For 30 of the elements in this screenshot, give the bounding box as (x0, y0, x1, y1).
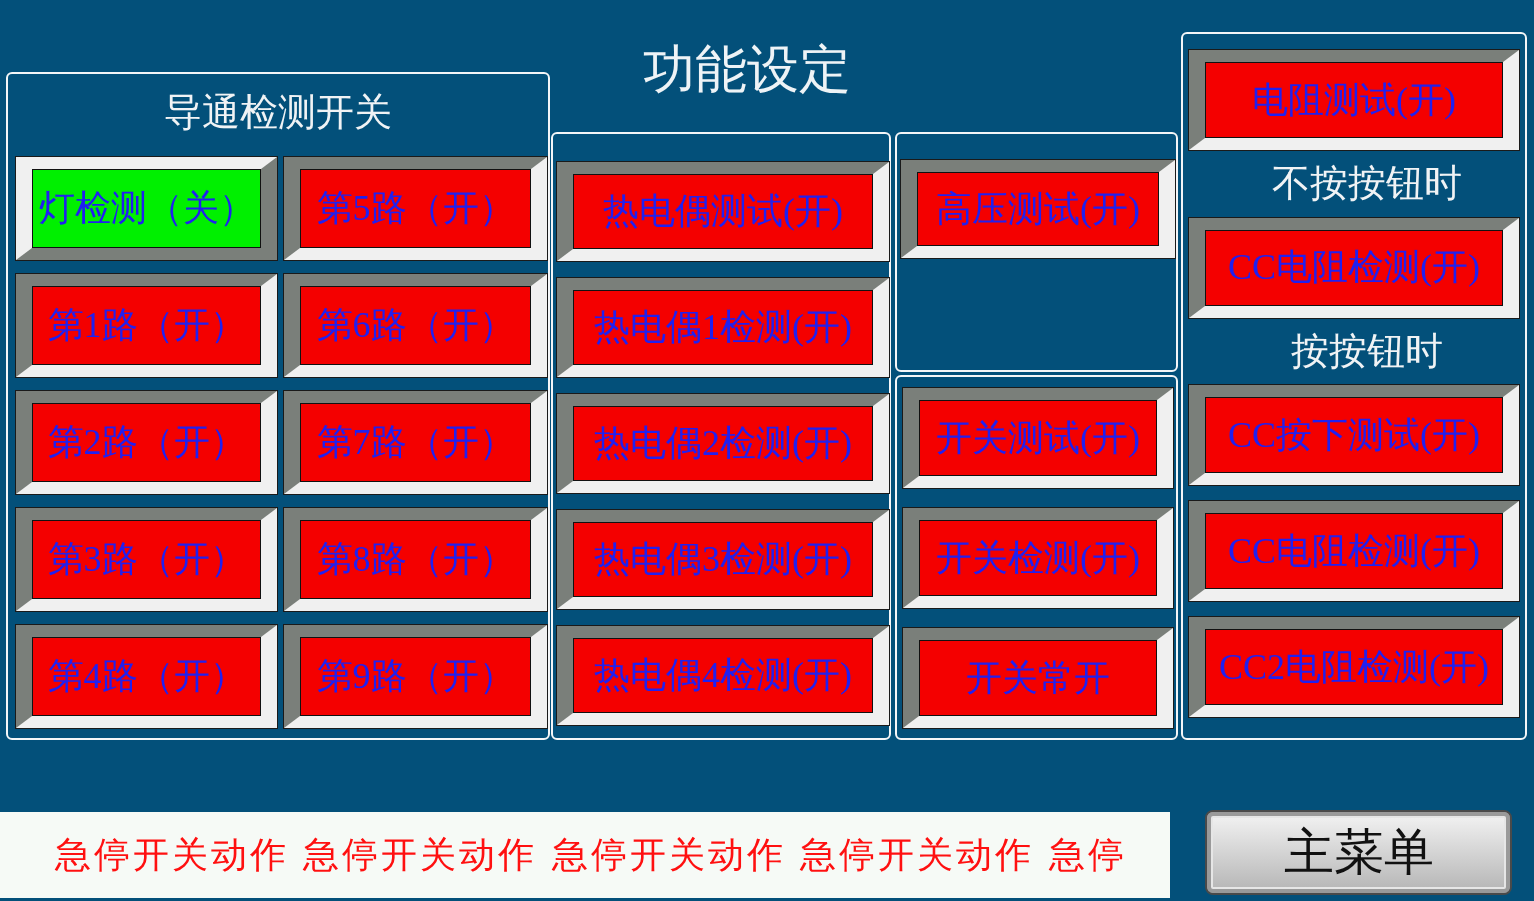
toggle-button[interactable]: CC电阻检测(开) (1189, 217, 1519, 318)
toggle-button[interactable]: 第9路（开） (284, 624, 547, 728)
toggle-button[interactable]: 第3路（开） (16, 507, 277, 611)
toggle-button[interactable]: CC电阻检测(开) (1189, 501, 1519, 602)
toggle-button[interactable]: 高压测试(开) (901, 160, 1175, 258)
section-label: 不按按钮时 (1272, 162, 1462, 206)
toggle-button[interactable]: 第6路（开） (284, 273, 547, 377)
toggle-button[interactable]: 开关常开 (903, 628, 1173, 728)
toggle-button[interactable]: 灯检测（关） (16, 156, 277, 260)
toggle-button[interactable]: 第4路（开） (16, 624, 277, 728)
toggle-button[interactable]: 第2路（开） (16, 390, 277, 494)
toggle-button[interactable]: 开关检测(开) (903, 508, 1173, 608)
toggle-button[interactable]: 第7路（开） (284, 390, 547, 494)
toggle-button[interactable]: 第5路（开） (284, 156, 547, 260)
main-menu-button[interactable]: 主菜单 (1205, 810, 1512, 895)
panel-title: 导通检测开关 (164, 91, 392, 135)
toggle-button[interactable]: 电阻测试(开) (1189, 50, 1519, 150)
toggle-button[interactable]: 热电偶1检测(开) (557, 278, 889, 377)
toggle-button[interactable]: 第1路（开） (16, 273, 277, 377)
page-title: 功能设定 (643, 39, 851, 99)
toggle-button[interactable]: CC2电阻检测(开) (1189, 617, 1519, 718)
toggle-button[interactable]: 开关测试(开) (903, 388, 1173, 488)
toggle-button[interactable]: 热电偶4检测(开) (557, 626, 889, 725)
toggle-button[interactable]: 第8路（开） (284, 507, 547, 611)
toggle-button[interactable]: 热电偶3检测(开) (557, 510, 889, 609)
marquee-text: 急停开关动作 急停开关动作 急停开关动作 急停开关动作 急停 (55, 833, 1127, 877)
section-label: 按按钮时 (1291, 329, 1443, 374)
toggle-button[interactable]: 热电偶2检测(开) (557, 394, 889, 493)
toggle-button[interactable]: 热电偶测试(开) (557, 162, 889, 261)
toggle-button[interactable]: CC按下测试(开) (1189, 385, 1519, 486)
